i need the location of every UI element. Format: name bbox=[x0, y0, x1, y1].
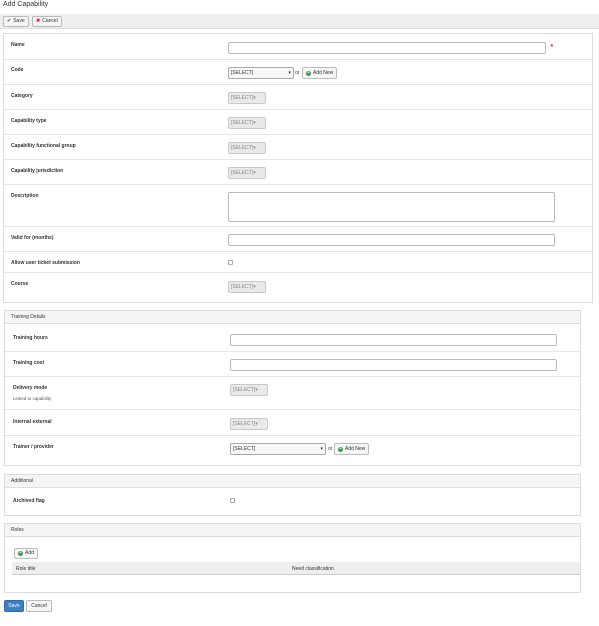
name-label: Name bbox=[11, 42, 25, 48]
divider bbox=[5, 409, 580, 410]
course-label: Course bbox=[11, 281, 29, 287]
or-text: or bbox=[295, 70, 300, 76]
category-select[interactable]: [SELECT] ▾ bbox=[228, 92, 266, 104]
footer-cancel-button[interactable]: Cancel bbox=[26, 600, 52, 612]
caret-down-icon: ▾ bbox=[288, 70, 291, 76]
functional-group-select[interactable]: [SELECT] ▾ bbox=[228, 142, 266, 154]
caret-down-icon: ▾ bbox=[320, 446, 323, 452]
or-text: or bbox=[328, 446, 333, 452]
divider bbox=[4, 251, 592, 252]
archived-label: Archived flag bbox=[13, 498, 45, 504]
description-textarea[interactable] bbox=[228, 192, 555, 222]
valid-for-field[interactable] bbox=[228, 234, 555, 246]
trainer-label: Trainer / provider bbox=[13, 444, 54, 450]
check-icon: ✔ bbox=[7, 18, 12, 24]
training-cost-label: Training cost bbox=[13, 360, 45, 366]
training-hours-label: Training hours bbox=[13, 335, 48, 341]
capability-type-select[interactable]: [SELECT] ▾ bbox=[228, 117, 266, 129]
internal-external-select[interactable]: [SELECT] ▾ bbox=[230, 418, 268, 430]
description-label: Description bbox=[11, 193, 39, 199]
delivery-mode-select[interactable]: [SELECT] ▾ bbox=[230, 384, 268, 396]
divider bbox=[4, 84, 592, 85]
plus-circle-icon: + bbox=[306, 69, 311, 76]
close-icon: ✖ bbox=[36, 18, 41, 24]
delivery-mode-label: Delivery mode bbox=[13, 385, 48, 391]
divider bbox=[4, 109, 592, 110]
roles-heading: Roles bbox=[5, 524, 580, 537]
required-indicator: ● bbox=[550, 43, 554, 49]
footer-save-button[interactable]: Save bbox=[4, 600, 24, 612]
caret-down-icon: ▾ bbox=[253, 120, 256, 126]
functional-group-label: Capability functional group bbox=[11, 143, 76, 149]
caret-down-icon: ▾ bbox=[253, 145, 256, 151]
trainer-select[interactable]: [SELECT] ▾ bbox=[230, 443, 326, 455]
add-role-button[interactable]: + Add bbox=[14, 548, 38, 559]
course-select[interactable]: [SELECT] ▾ bbox=[228, 281, 266, 293]
category-label: Category bbox=[11, 93, 33, 99]
name-field[interactable] bbox=[228, 42, 546, 54]
allow-ticket-label: Allow user ticket submission bbox=[11, 260, 80, 266]
caret-down-icon: ▾ bbox=[253, 170, 256, 176]
divider bbox=[5, 435, 580, 436]
add-new-code-button[interactable]: + Add New bbox=[302, 67, 338, 79]
plus-circle-icon: + bbox=[18, 550, 23, 556]
divider bbox=[5, 351, 580, 352]
training-hours-field[interactable] bbox=[230, 334, 557, 346]
divider bbox=[4, 184, 592, 185]
page-title: Add Capability bbox=[3, 1, 49, 8]
caret-down-icon: ▾ bbox=[255, 421, 258, 427]
code-select[interactable]: [SELECT] ▾ bbox=[228, 67, 294, 79]
valid-for-label: Valid for (months) bbox=[11, 235, 54, 241]
caret-down-icon: ▾ bbox=[253, 284, 256, 290]
save-button[interactable]: ✔ Save bbox=[3, 16, 29, 27]
divider bbox=[4, 159, 592, 160]
divider bbox=[4, 59, 592, 60]
additional-heading: Additional bbox=[5, 475, 580, 488]
jurisdiction-label: Capability jurisdiction bbox=[11, 168, 64, 174]
linked-note: Linked to capability bbox=[13, 396, 52, 401]
archived-checkbox[interactable] bbox=[230, 498, 235, 503]
internal-external-label: Internal external bbox=[13, 419, 52, 425]
divider bbox=[4, 272, 592, 273]
allow-ticket-checkbox[interactable] bbox=[228, 260, 233, 265]
add-new-trainer-button[interactable]: + Add New bbox=[334, 443, 370, 455]
divider bbox=[5, 376, 580, 377]
column-need-classification[interactable]: Need classification bbox=[292, 566, 334, 572]
plus-circle-icon: + bbox=[338, 445, 343, 452]
training-details-heading: Training Details bbox=[5, 311, 580, 324]
code-label: Code bbox=[11, 67, 24, 73]
divider bbox=[4, 134, 592, 135]
jurisdiction-select[interactable]: [SELECT] ▾ bbox=[228, 167, 266, 179]
column-role-title[interactable]: Role title bbox=[16, 566, 35, 572]
toolbar bbox=[0, 14, 599, 29]
divider bbox=[4, 226, 592, 227]
caret-down-icon: ▾ bbox=[255, 387, 258, 393]
training-cost-field[interactable] bbox=[230, 359, 557, 371]
cancel-button[interactable]: ✖ Cancel bbox=[32, 16, 62, 27]
capability-type-label: Capability type bbox=[11, 118, 47, 124]
caret-down-icon: ▾ bbox=[253, 95, 256, 101]
